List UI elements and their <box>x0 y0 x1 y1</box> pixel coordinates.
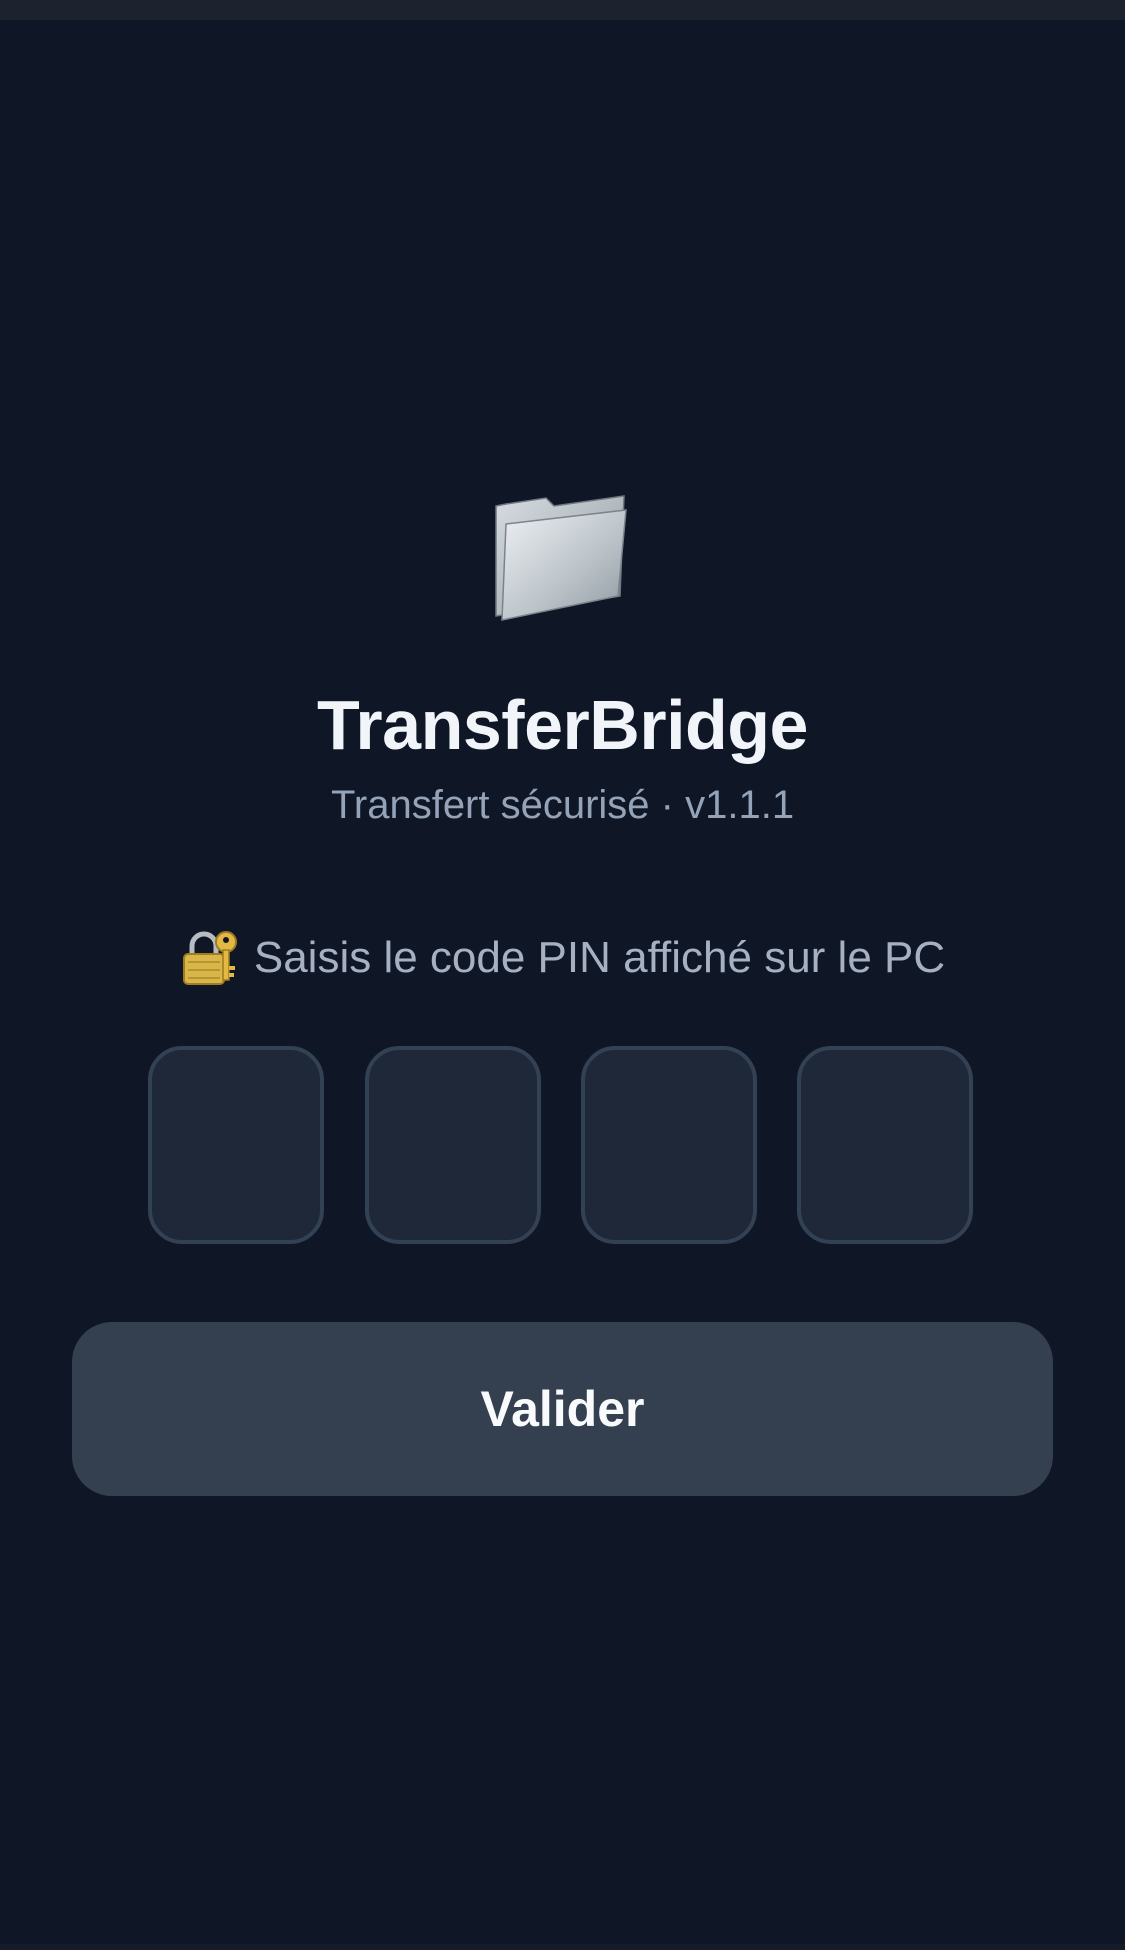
app-title: TransferBridge <box>317 686 808 764</box>
pin-digit-2[interactable] <box>365 1046 541 1244</box>
app-subtitle: Transfert sécurisé · v1.1.1 <box>330 783 795 827</box>
pin-prompt-label: Saisis le code PIN affiché sur le PC <box>253 933 946 982</box>
status-bar <box>0 0 1125 20</box>
bottom-edge <box>0 1944 1125 1950</box>
folder-icon <box>495 495 627 621</box>
pin-digit-1[interactable] <box>148 1046 324 1244</box>
pin-digit-3[interactable] <box>581 1046 757 1244</box>
pin-entry-screen: TransferBridge Transfert sécurisé · v1.1… <box>0 0 1125 1950</box>
pin-digit-4[interactable] <box>797 1046 973 1244</box>
lock-with-key-icon <box>182 931 237 985</box>
validate-button[interactable]: Valider <box>72 1322 1053 1496</box>
pin-input-group <box>148 1046 978 1248</box>
pin-prompt: Saisis le code PIN affiché sur le PC <box>0 928 1125 988</box>
